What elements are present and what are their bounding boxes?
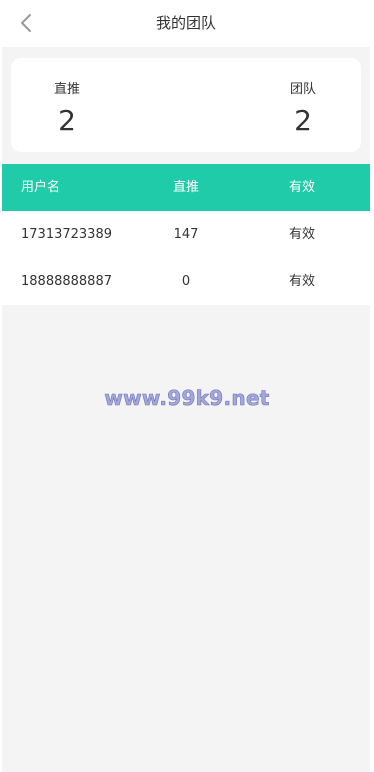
row-direct-count: 0: [181, 274, 191, 289]
column-header-status: 有效: [288, 180, 315, 195]
header-bar: 我的团队: [2, 0, 370, 47]
row-status: 有效: [288, 274, 315, 289]
column-header-username: 用户名: [21, 180, 61, 195]
row-direct-count: 147: [173, 227, 199, 242]
table-row[interactable]: 17313723389 147 有效: [2, 211, 370, 258]
direct-stat-label: 直推: [53, 82, 80, 97]
row-status: 有效: [288, 227, 315, 242]
team-stat-value: 2: [294, 104, 312, 137]
page-title: 我的团队: [155, 14, 216, 32]
column-header-direct: 直推: [172, 180, 199, 195]
row-username: 18888888887: [21, 274, 112, 289]
row-username: 17313723389: [21, 227, 112, 242]
team-summary-card: 直推 2 团队 2: [11, 58, 361, 152]
team-table: 用户名 直推 有效 17313723389 147 有效 18888888887…: [2, 164, 370, 305]
team-stat-label: 团队: [289, 82, 316, 97]
direct-stat-value: 2: [58, 104, 76, 137]
table-row[interactable]: 18888888887 0 有效: [2, 258, 370, 305]
table-header: 用户名 直推 有效: [2, 164, 370, 211]
watermark-text: www.99k9.net: [104, 386, 270, 411]
